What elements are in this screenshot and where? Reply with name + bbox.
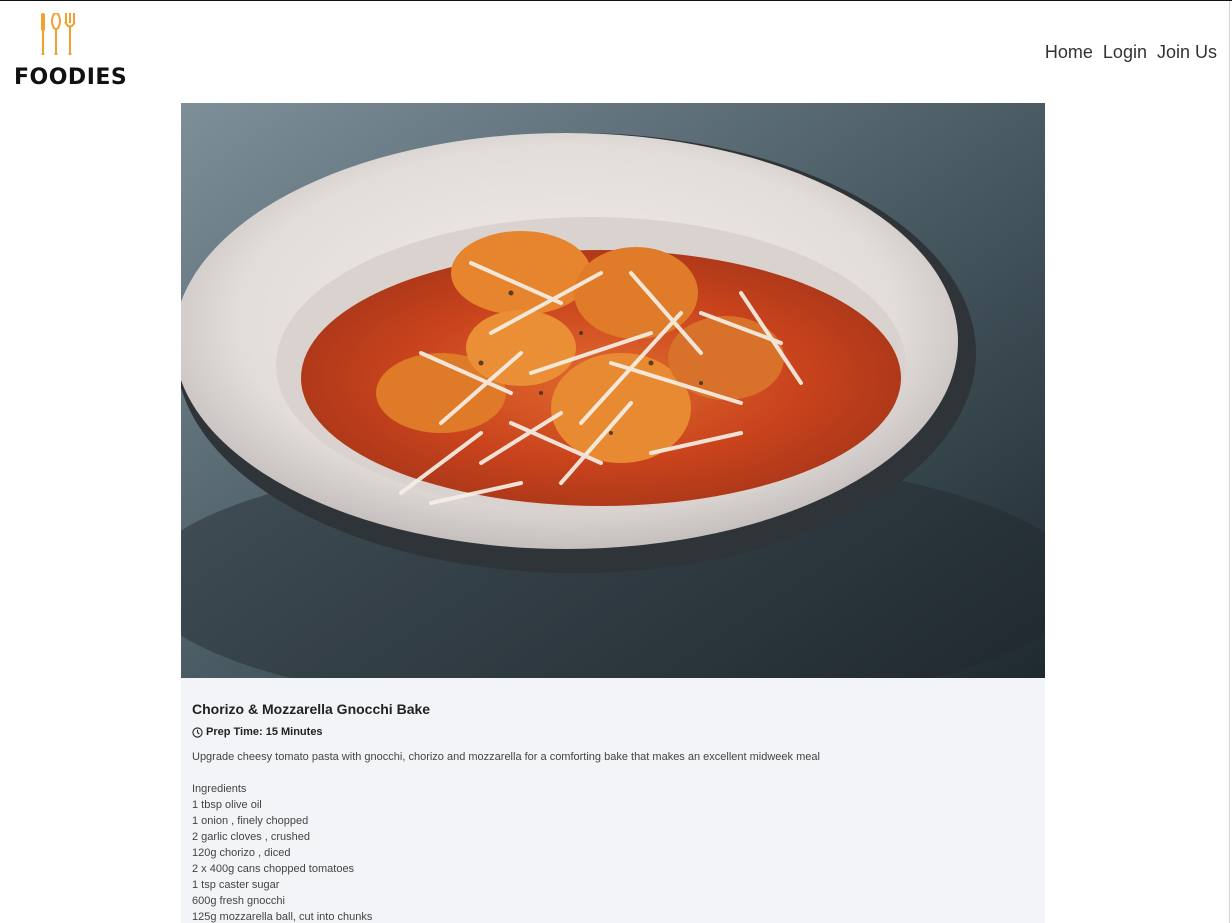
nav-login-link[interactable]: Login xyxy=(1103,41,1147,63)
scrollbar-edge xyxy=(1229,1,1230,923)
prep-time-text: Prep Time: 15 Minutes xyxy=(206,726,323,738)
logo-text: FOODIES xyxy=(14,65,128,90)
ingredient-item: 120g chorizo , diced xyxy=(192,847,291,859)
ingredient-item: 600g fresh gnocchi xyxy=(192,895,285,907)
ingredient-item: 1 tsp caster sugar xyxy=(192,879,280,891)
ingredient-item: 125g mozzarella ball, cut into chunks xyxy=(192,911,373,923)
recipe-title: Chorizo & Mozzarella Gnocchi Bake xyxy=(192,701,431,717)
nav-home-link[interactable]: Home xyxy=(1045,41,1093,63)
prep-time: Prep Time: 15 Minutes xyxy=(192,725,1034,739)
ingredient-item: 2 x 400g cans chopped tomatoes xyxy=(192,863,355,875)
nav-join-us-link[interactable]: Join Us xyxy=(1157,41,1217,63)
site-header: FOODIES Home Login Join Us xyxy=(0,1,1232,103)
ingredient-item: 1 onion , finely chopped xyxy=(192,815,309,827)
ingredient-item: 2 garlic cloves , crushed xyxy=(192,831,310,843)
recipe-description: Upgrade cheesy tomato pasta with gnocchi… xyxy=(192,751,820,763)
cutlery-icon xyxy=(41,13,76,55)
ingredients-heading: Ingredients xyxy=(192,783,247,795)
page: FOODIES Home Login Join Us Chorizo & Moz… xyxy=(0,0,1232,923)
site-logo[interactable]: FOODIES xyxy=(14,13,127,93)
recipe-card: Chorizo & Mozzarella Gnocchi Bake Prep T… xyxy=(181,678,1045,923)
main-nav: Home Login Join Us xyxy=(1045,41,1217,63)
recipe-hero-image xyxy=(181,103,1045,678)
ingredients-list: Ingredients 1 tbsp olive oil 1 onion , f… xyxy=(192,781,1034,923)
gnocchi-bake-photo xyxy=(181,103,1045,678)
ingredient-item: 1 tbsp olive oil xyxy=(192,799,262,811)
clock-icon xyxy=(192,726,203,738)
